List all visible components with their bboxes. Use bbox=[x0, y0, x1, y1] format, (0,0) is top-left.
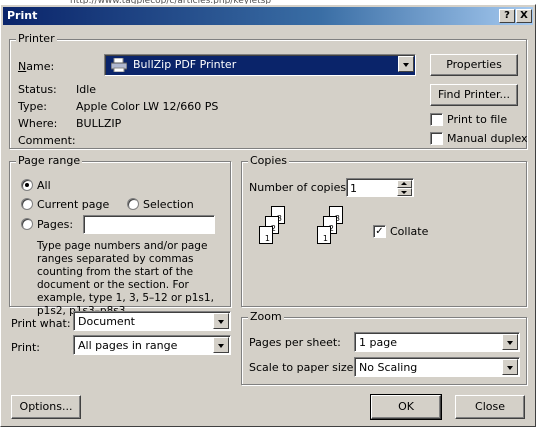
spin-up-icon[interactable] bbox=[397, 180, 412, 188]
page-1-a: 1 bbox=[259, 226, 273, 244]
scale-to-paper-size-select[interactable]: No Scaling bbox=[354, 357, 520, 377]
pages-per-sheet-select[interactable]: 1 page bbox=[354, 332, 520, 352]
printer-group: Printer Name: BullZip PDF Printer Status… bbox=[9, 33, 528, 149]
copies-spinner[interactable]: 1 bbox=[346, 178, 414, 197]
page-range-help-text: Type page numbers and/or page ranges sep… bbox=[37, 240, 214, 317]
page-1-b: 1 bbox=[317, 226, 331, 244]
close-button[interactable]: Close bbox=[455, 395, 525, 419]
where-value: BULLZIP bbox=[76, 117, 122, 130]
print-what-label: Print what: bbox=[11, 317, 71, 330]
type-label: Type: bbox=[18, 100, 47, 113]
chevron-down-icon[interactable] bbox=[213, 313, 229, 329]
print-value: All pages in range bbox=[78, 339, 178, 352]
help-icon: ? bbox=[504, 10, 510, 21]
find-printer-button[interactable]: Find Printer... bbox=[430, 84, 518, 106]
chevron-down-icon[interactable] bbox=[213, 337, 229, 353]
print-to-file-checkbox[interactable] bbox=[430, 113, 443, 126]
copies-group: Copies Number of copies: 1 3 2 1 3 2 1 ✓… bbox=[241, 155, 527, 307]
chevron-down-icon[interactable] bbox=[502, 334, 518, 350]
properties-button[interactable]: Properties bbox=[430, 54, 518, 76]
selection-radio[interactable] bbox=[127, 198, 139, 210]
copies-legend: Copies bbox=[248, 154, 289, 167]
zoom-legend: Zoom bbox=[248, 310, 284, 323]
status-value: Idle bbox=[76, 83, 97, 96]
zoom-group: Zoom Pages per sheet: 1 page Scale to pa… bbox=[241, 311, 527, 385]
printer-name-select[interactable]: BullZip PDF Printer bbox=[104, 54, 416, 76]
close-window-button[interactable]: X bbox=[516, 9, 532, 23]
printer-name-value: BullZip PDF Printer bbox=[133, 58, 237, 71]
ok-button[interactable]: OK bbox=[370, 394, 442, 420]
name-label-text: ame: bbox=[26, 60, 55, 73]
print-label: Print: bbox=[11, 341, 41, 354]
chevron-down-icon[interactable] bbox=[398, 56, 414, 72]
chevron-down-icon[interactable] bbox=[502, 359, 518, 375]
collate-checkbox[interactable]: ✓ bbox=[373, 225, 386, 238]
pages-per-sheet-value: 1 page bbox=[359, 336, 397, 349]
pages-per-sheet-label: Pages per sheet: bbox=[249, 336, 341, 349]
page-range-group: Page range All Current page Selection Pa… bbox=[9, 155, 231, 317]
copies-value: 1 bbox=[350, 182, 357, 195]
title-bar[interactable]: Print ? X bbox=[3, 7, 533, 25]
print-select[interactable]: All pages in range bbox=[73, 335, 231, 355]
print-to-file-label[interactable]: Print to file bbox=[447, 113, 507, 126]
help-button[interactable]: ? bbox=[499, 9, 515, 23]
all-radio[interactable] bbox=[21, 179, 33, 191]
pages-radio[interactable] bbox=[21, 218, 33, 230]
options-button[interactable]: Options... bbox=[11, 395, 81, 419]
pages-label[interactable]: Pages: bbox=[37, 218, 73, 231]
spin-down-icon[interactable] bbox=[397, 188, 412, 196]
printer-icon bbox=[110, 57, 128, 73]
selection-label[interactable]: Selection bbox=[143, 198, 194, 211]
manual-duplex-label[interactable]: Manual duplex bbox=[447, 132, 528, 145]
current-page-radio[interactable] bbox=[21, 198, 33, 210]
print-dialog: Print ? X Printer Name: BullZip PDF Prin… bbox=[0, 4, 536, 427]
pages-input[interactable] bbox=[83, 215, 215, 234]
number-of-copies-label: Number of copies: bbox=[249, 181, 350, 194]
name-label: Name: bbox=[18, 60, 55, 73]
status-label: Status: bbox=[18, 83, 57, 96]
printer-legend: Printer bbox=[16, 32, 57, 45]
print-what-value: Document bbox=[78, 315, 135, 328]
close-icon: X bbox=[520, 10, 528, 21]
all-label[interactable]: All bbox=[37, 179, 51, 192]
scale-to-paper-size-value: No Scaling bbox=[359, 361, 418, 374]
page-range-legend: Page range bbox=[16, 154, 83, 167]
scale-to-paper-size-label: Scale to paper size: bbox=[249, 361, 358, 374]
manual-duplex-checkbox[interactable] bbox=[430, 132, 443, 145]
where-label: Where: bbox=[18, 117, 58, 130]
current-page-label[interactable]: Current page bbox=[37, 198, 109, 211]
print-what-select[interactable]: Document bbox=[73, 311, 231, 331]
collate-label[interactable]: Collate bbox=[390, 225, 428, 238]
type-value: Apple Color LW 12/660 PS bbox=[76, 100, 219, 113]
comment-label: Comment: bbox=[18, 134, 76, 147]
dialog-title: Print bbox=[7, 9, 38, 22]
